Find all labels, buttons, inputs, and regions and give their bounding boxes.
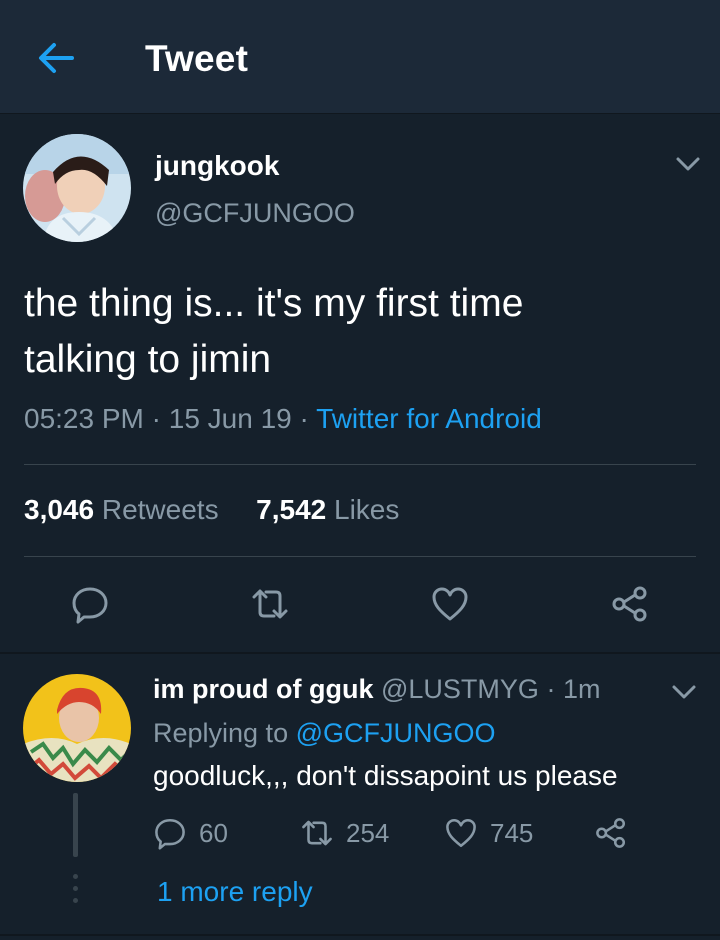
reply-author-handle[interactable]: @LUSTMYG	[381, 674, 539, 704]
tweet-text-line: the thing is... it's my first time	[24, 282, 524, 325]
reply-share-button[interactable]	[594, 815, 628, 851]
retweets-count: 3,046	[24, 494, 95, 525]
reply-age: 1m	[562, 674, 601, 704]
avatar[interactable]	[23, 134, 131, 242]
reply-reply-button[interactable]: 60	[153, 815, 228, 851]
reply-text: goodluck,,, don't dissapoint us please	[153, 760, 618, 791]
retweet-icon	[302, 820, 332, 846]
thread-dot	[73, 886, 78, 891]
thread-dot	[73, 874, 78, 879]
tweet-stats: 3,046 Retweets 7,542 Likes	[24, 494, 399, 526]
retweet-button[interactable]	[250, 584, 290, 624]
share-icon	[612, 586, 647, 622]
likes-label: Likes	[334, 494, 400, 525]
like-icon	[432, 587, 468, 621]
reply-avatar[interactable]	[23, 674, 131, 782]
tweet-meta: 05:23 PM · 15 Jun 19 · Twitter for Andro…	[24, 403, 542, 434]
avatar-photo	[23, 674, 131, 782]
tweet-menu-button[interactable]	[674, 154, 702, 174]
share-button[interactable]	[610, 584, 650, 624]
section-separator	[0, 934, 720, 936]
replying-to: Replying to @GCFJUNGOO	[153, 718, 496, 749]
tweet-time: 05:23 PM	[24, 403, 144, 434]
reply-header: im proud of gguk @LUSTMYG · 1m	[153, 674, 601, 704]
retweets-stat[interactable]: 3,046 Retweets	[24, 494, 219, 525]
thread-dot	[73, 898, 78, 903]
chevron-down-icon	[676, 157, 700, 171]
like-icon	[446, 818, 476, 848]
replying-to-mention[interactable]: @GCFJUNGOO	[296, 718, 496, 748]
reply-retweet-button[interactable]: 254	[300, 815, 389, 851]
reply-retweet-count: 254	[346, 817, 390, 848]
divider	[24, 556, 696, 557]
top-app-bar: Tweet	[0, 0, 720, 114]
page-title: Tweet	[145, 38, 249, 79]
reply-like-count: 745	[490, 817, 534, 848]
share-icon	[596, 818, 626, 848]
reply-reply-count: 60	[199, 817, 228, 848]
reply-like-button[interactable]: 745	[444, 815, 533, 851]
reply-menu-button[interactable]	[670, 682, 698, 702]
retweets-label: Retweets	[101, 494, 219, 525]
retweet-icon	[252, 589, 288, 619]
reply-icon	[155, 818, 185, 850]
thread-line	[73, 793, 78, 857]
arrow-left-icon	[39, 43, 74, 73]
reply-icon	[72, 587, 108, 624]
more-replies-link[interactable]: 1 more reply	[157, 876, 313, 908]
author-handle[interactable]: @GCFJUNGOO	[155, 198, 355, 229]
chevron-down-icon	[672, 685, 696, 699]
tweet-source-link[interactable]: Twitter for Android	[316, 403, 542, 434]
reply-button[interactable]	[70, 584, 110, 624]
section-separator	[0, 652, 720, 654]
tweet-text: the thing is... it's my first time talki…	[24, 276, 684, 388]
likes-count: 7,542	[256, 494, 327, 525]
back-button[interactable]	[34, 36, 78, 80]
tweet-text-line: talking to jimin	[24, 338, 272, 381]
reply-author-name[interactable]: im proud of gguk	[153, 674, 373, 704]
divider	[24, 464, 696, 465]
avatar-photo	[23, 134, 131, 242]
like-button[interactable]	[430, 584, 470, 624]
tweet-date: 15 Jun 19	[168, 403, 292, 434]
likes-stat[interactable]: 7,542 Likes	[256, 494, 399, 525]
author-name[interactable]: jungkook	[155, 150, 279, 182]
replying-prefix: Replying to	[153, 718, 289, 748]
